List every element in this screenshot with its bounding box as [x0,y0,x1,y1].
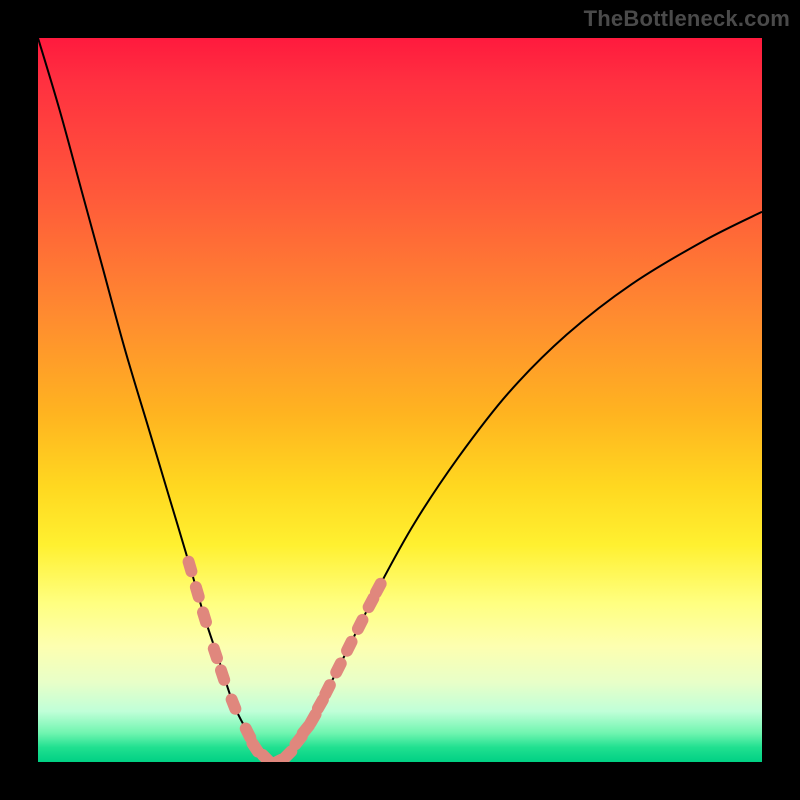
curve-marker [328,655,349,680]
curve-marker [213,663,231,688]
plot-area [38,38,762,762]
watermark-text: TheBottleneck.com [584,6,790,32]
curve-marker [224,692,243,717]
curve-marker [188,580,206,604]
curve-marker [339,634,360,659]
curve-marker [196,605,214,630]
curve-marker [206,641,224,666]
chart-frame: TheBottleneck.com [0,0,800,800]
bottleneck-curve-path [38,38,762,762]
curve-marker [181,554,199,578]
curve-layer [38,38,762,762]
curve-marker [350,612,371,637]
marker-group [181,554,389,762]
